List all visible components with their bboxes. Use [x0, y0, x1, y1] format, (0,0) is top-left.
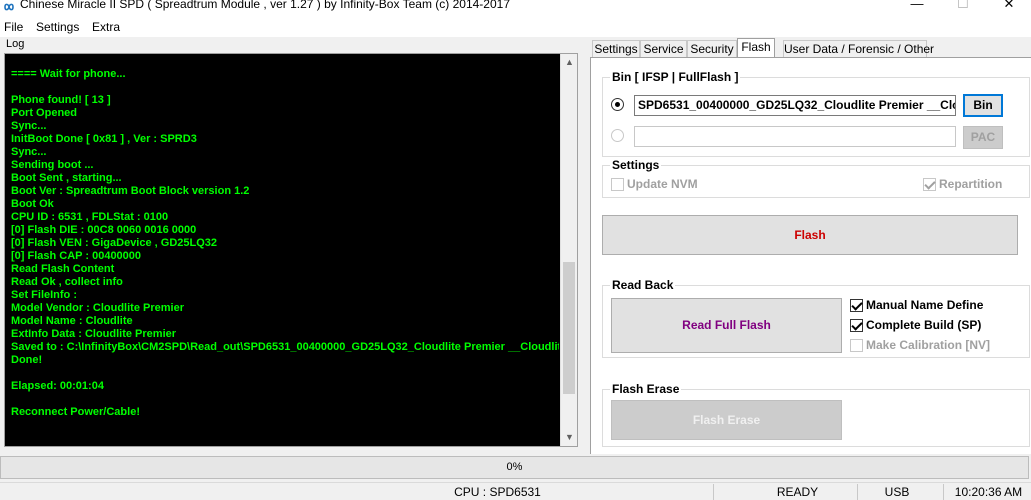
log-line: [0] Flash DIE : 00C8 0060 0016 0000 — [11, 224, 197, 236]
bin-radio[interactable] — [611, 98, 624, 111]
status-separator — [943, 484, 944, 500]
status-separator — [713, 484, 714, 500]
log-line: Boot Ver : Spreadtrum Boot Block version… — [11, 185, 250, 197]
bin-path-field[interactable]: SPD6531_00400000_GD25LQ32_Cloudlite Prem… — [634, 95, 956, 116]
log-line: Saved to : C:\InfinityBox\CM2SPD\Read_ou… — [11, 341, 559, 353]
status-bar: CPU : SPD6531 READY USB 10:20:36 AM — [0, 482, 1031, 500]
menu-settings[interactable]: Settings — [36, 20, 79, 34]
window-title: Chinese Miracle II SPD ( Spreadtrum Modu… — [20, 0, 510, 11]
log-line: Port Opened — [11, 107, 78, 119]
erase-group-title: Flash Erase — [610, 382, 682, 396]
scroll-thumb[interactable] — [563, 262, 575, 394]
log-line: Boot Sent , starting... — [11, 172, 122, 184]
log-line: Read Flash Content — [11, 263, 115, 275]
pac-path-field[interactable] — [634, 126, 956, 147]
log-panel[interactable]: ==== Wait for phone... Phone found! [ 13… — [4, 53, 578, 447]
log-line: Done! — [11, 354, 43, 366]
complete-build-label: Complete Build (SP) — [866, 318, 982, 332]
progress-bar: 0% — [0, 456, 1029, 479]
update-nvm-checkbox[interactable] — [611, 178, 624, 191]
scroll-up-icon[interactable]: ▲ — [561, 54, 578, 71]
log-line: Model Vendor : Cloudlite Premier — [11, 302, 184, 314]
log-line: Boot Ok — [11, 198, 54, 210]
title-bar: Chinese Miracle II SPD ( Spreadtrum Modu… — [0, 0, 1031, 17]
erase-group: Flash Erase Flash Erase — [602, 382, 1030, 447]
menu-file[interactable]: File — [4, 20, 23, 34]
status-time: 10:20:36 AM — [954, 485, 1023, 499]
readback-group: Read Back Read Full Flash Manual Name De… — [602, 278, 1030, 358]
maximize-button[interactable]: ☐ — [940, 0, 986, 16]
tab-security[interactable]: Security — [687, 40, 737, 58]
log-line: Set FileInfo : — [11, 289, 77, 301]
settings-group-title: Settings — [610, 158, 662, 172]
manual-name-define-checkbox[interactable] — [850, 299, 863, 312]
make-calibration-label: Make Calibration [NV] — [866, 338, 991, 352]
bin-group: Bin [ IFSP | FullFlash ] SPD6531_0040000… — [602, 70, 1030, 157]
menu-bar: File Settings Extra — [0, 17, 1031, 37]
status-separator — [857, 484, 858, 500]
repartition-checkbox[interactable] — [923, 178, 936, 191]
tab-flash[interactable]: Flash — [737, 38, 775, 59]
settings-group: Settings Update NVM Repartition — [602, 158, 1030, 198]
bin-button[interactable]: Bin — [963, 94, 1003, 117]
manual-name-define-label: Manual Name Define — [866, 298, 984, 312]
log-line: [0] Flash VEN : GigaDevice , GD25LQ32 — [11, 237, 218, 249]
scroll-down-icon[interactable]: ▼ — [561, 429, 578, 446]
log-line: Model Name : Cloudlite — [11, 315, 133, 327]
log-line: ExtInfo Data : Cloudlite Premier — [11, 328, 177, 340]
log-line: Reconnect Power/Cable! — [11, 406, 140, 418]
readback-group-title: Read Back — [610, 278, 676, 292]
status-cpu: CPU : SPD6531 — [454, 485, 541, 499]
infinity-icon — [4, 3, 14, 11]
status-port: USB — [884, 485, 910, 499]
log-line: CPU ID : 6531 , FDLStat : 0100 — [11, 211, 169, 223]
update-nvm-label: Update NVM — [627, 177, 698, 191]
log-line: [0] Flash CAP : 00400000 — [11, 250, 142, 262]
log-line: ==== Wait for phone... — [11, 68, 126, 80]
repartition-label: Repartition — [939, 177, 1003, 191]
pac-button[interactable]: PAC — [963, 126, 1003, 149]
log-line: Sending boot ... — [11, 159, 94, 171]
log-line: InitBoot Done [ 0x81 ] , Ver : SPRD3 — [11, 133, 197, 145]
log-scrollbar[interactable]: ▲ ▼ — [560, 54, 577, 446]
status-state: READY — [776, 485, 819, 499]
bin-group-title: Bin [ IFSP | FullFlash ] — [610, 70, 741, 84]
log-line: Read Ok , collect info — [11, 276, 123, 288]
flash-button[interactable]: Flash — [602, 215, 1018, 255]
log-line: Phone found! [ 13 ] — [11, 94, 111, 106]
menu-extra[interactable]: Extra — [92, 20, 120, 34]
make-calibration-checkbox[interactable] — [850, 339, 863, 352]
close-button[interactable]: ✕ — [986, 0, 1031, 16]
flash-erase-button[interactable]: Flash Erase — [611, 400, 842, 440]
tab-user-data[interactable]: User Data / Forensic / Other — [783, 40, 934, 58]
flash-panel: Bin [ IFSP | FullFlash ] SPD6531_0040000… — [590, 57, 1031, 454]
progress-text: 0% — [506, 461, 523, 473]
log-line: Sync... — [11, 146, 47, 158]
log-label: Log — [6, 38, 25, 50]
log-line: Elapsed: 00:01:04 — [11, 380, 104, 392]
complete-build-checkbox[interactable] — [850, 319, 863, 332]
tab-service[interactable]: Service — [640, 40, 687, 58]
tab-settings[interactable]: Settings — [592, 40, 640, 58]
minimize-button[interactable]: — — [894, 0, 940, 16]
pac-radio[interactable] — [611, 129, 624, 142]
log-line: Sync... — [11, 120, 47, 132]
read-full-flash-button[interactable]: Read Full Flash — [611, 298, 842, 353]
log-text: ==== Wait for phone... Phone found! [ 13… — [11, 68, 559, 419]
